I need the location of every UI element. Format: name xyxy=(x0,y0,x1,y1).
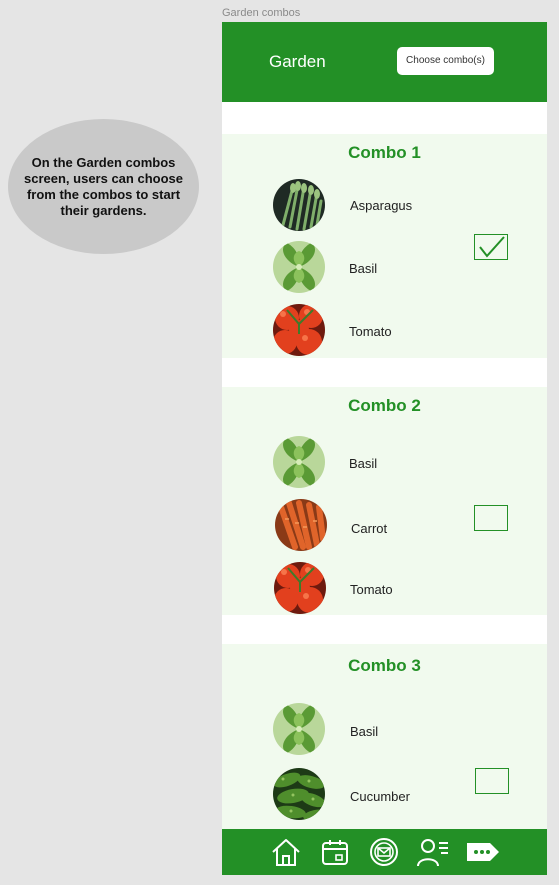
checkmark-icon xyxy=(479,236,505,258)
item-label: Basil xyxy=(349,261,378,276)
more-tag-icon[interactable] xyxy=(465,836,501,868)
choose-combos-button[interactable]: Choose combo(s) xyxy=(397,47,494,75)
item-label: Tomato xyxy=(349,324,392,339)
annotation-bubble: On the Garden combos screen, users can c… xyxy=(8,119,199,254)
item-label: Carrot xyxy=(351,521,388,536)
basil-photo-icon xyxy=(273,436,325,488)
tomato-photo-icon xyxy=(273,304,325,356)
basil-photo-icon xyxy=(273,241,325,293)
annotation-text: On the Garden combos screen, users can c… xyxy=(24,154,183,218)
basil-photo-icon xyxy=(273,703,325,755)
list-item: Basil xyxy=(222,703,547,757)
phone-screen: Garden Choose combo(s) Combo 1 Asparagus… xyxy=(222,22,547,875)
combo-card-3: Combo 3 Basil Cucumber xyxy=(222,644,547,829)
item-label: Basil xyxy=(350,724,379,739)
combo-1-checkbox[interactable] xyxy=(474,234,508,260)
calendar-icon[interactable] xyxy=(318,836,352,868)
combo-3-checkbox[interactable] xyxy=(475,768,509,794)
profile-list-icon[interactable] xyxy=(416,836,450,868)
item-label: Asparagus xyxy=(350,198,413,213)
combo-2-checkbox[interactable] xyxy=(474,505,508,531)
bottom-nav xyxy=(222,829,547,875)
combo-title: Combo 1 xyxy=(348,143,421,162)
list-item: Tomato xyxy=(222,304,547,358)
combo-card-1: Combo 1 Asparagus Basil Tomato xyxy=(222,134,547,358)
item-label: Cucumber xyxy=(350,789,410,804)
frame-label: Garden combos xyxy=(222,7,301,19)
combo-title: Combo 2 xyxy=(348,396,421,415)
list-item: Tomato xyxy=(222,562,547,616)
list-item: Asparagus xyxy=(222,179,547,233)
cucumber-photo-icon xyxy=(273,768,325,820)
app-header: Garden Choose combo(s) xyxy=(222,22,547,102)
combo-title: Combo 3 xyxy=(348,656,421,675)
asparagus-photo-icon xyxy=(273,179,325,231)
combo-card-2: Combo 2 Basil Carrot Tomato xyxy=(222,387,547,615)
tomato-photo-icon xyxy=(274,562,326,614)
home-icon[interactable] xyxy=(269,836,303,868)
carrot-photo-icon xyxy=(275,499,327,551)
list-item: Basil xyxy=(222,436,547,490)
item-label: Tomato xyxy=(350,582,393,597)
item-label: Basil xyxy=(349,456,378,471)
mail-icon[interactable] xyxy=(367,836,401,868)
app-title: Garden xyxy=(269,52,326,71)
